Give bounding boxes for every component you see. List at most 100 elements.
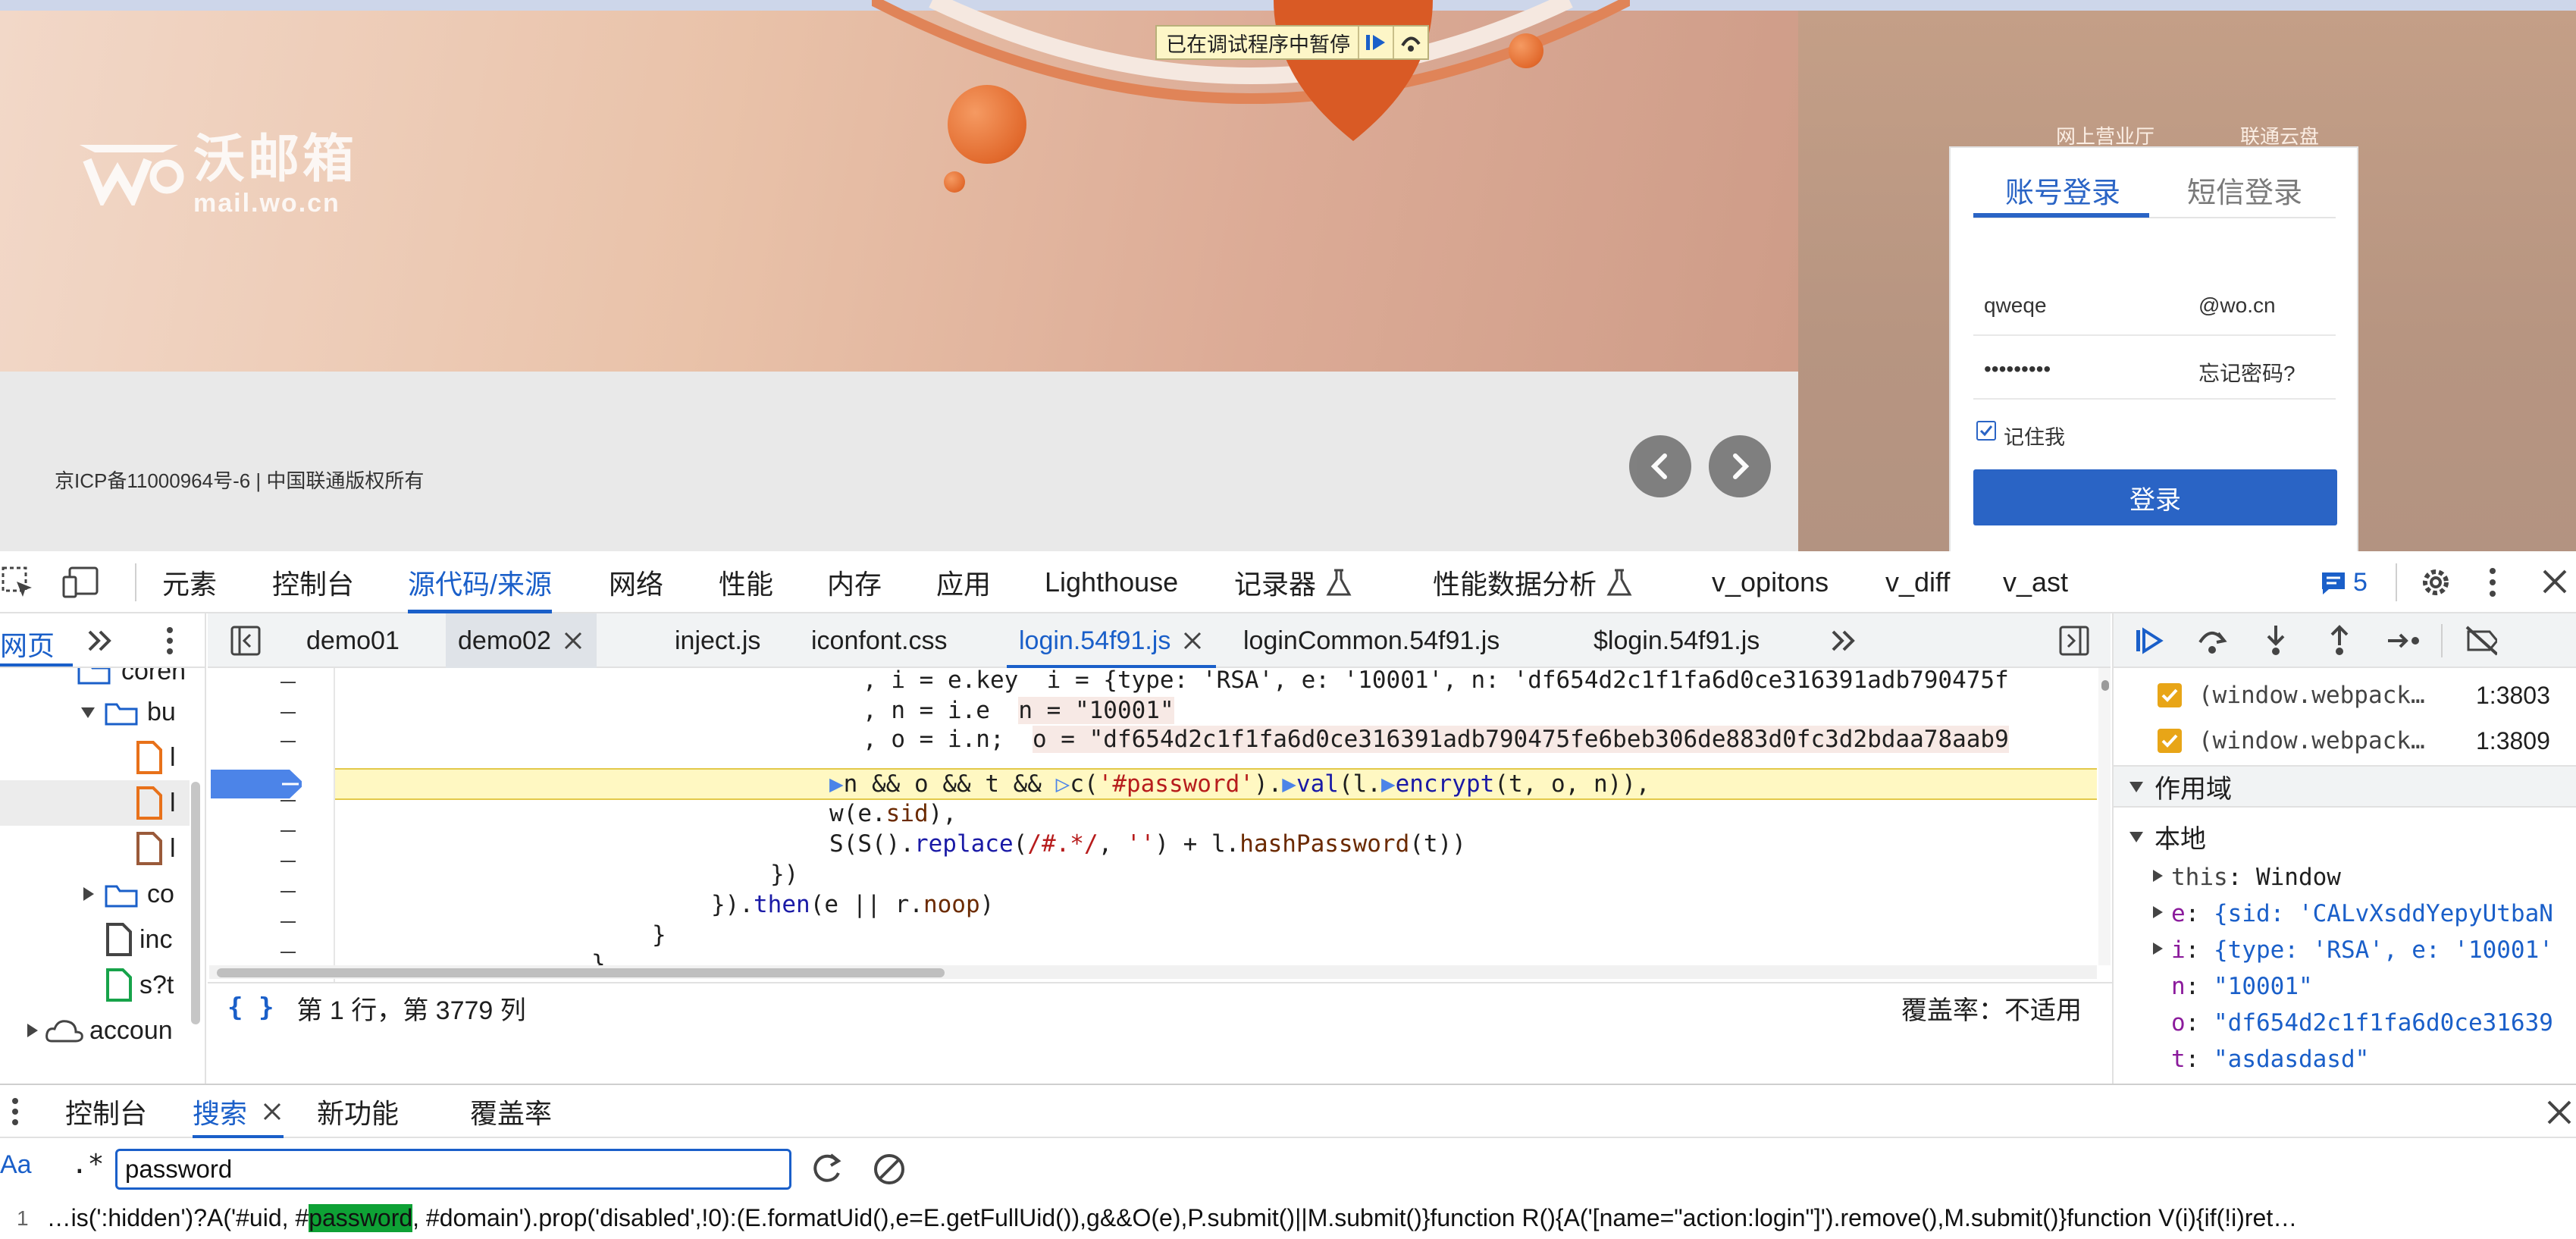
top-link[interactable]: 联通云盘 <box>2240 121 2319 149</box>
file-tab[interactable]: iconfont.css <box>799 613 960 668</box>
more-tabs-button[interactable] <box>85 627 115 654</box>
drawer-menu-icon[interactable] <box>8 1096 23 1128</box>
tab-lighthouse[interactable]: Lighthouse <box>1045 551 1178 613</box>
search-input[interactable]: password <box>115 1149 791 1190</box>
match-case-toggle[interactable]: Aa <box>0 1150 32 1180</box>
step-over-button[interactable] <box>1393 27 1427 58</box>
scope-variable[interactable]: i: {type: 'RSA', e: '10001' <box>2114 930 2576 967</box>
scope-variable[interactable]: e: {sid: 'CALvXsddYepyUtbaN <box>2114 894 2576 930</box>
navigator-scrollbar[interactable] <box>191 782 200 1024</box>
resume-button[interactable] <box>1358 27 1393 58</box>
tab-v-opitons[interactable]: v_opitons <box>1712 551 1829 613</box>
breakpoint-checkbox[interactable] <box>2158 729 2182 753</box>
clear-icon[interactable] <box>872 1152 907 1187</box>
drawer-tab-search[interactable]: 搜索 <box>193 1085 284 1138</box>
tab-application[interactable]: 应用 <box>936 551 991 613</box>
login-submit-button[interactable]: 登录 <box>1973 469 2337 525</box>
tree-item[interactable]: inc <box>0 917 190 962</box>
scope-section-header[interactable]: 作用域 <box>2114 765 2576 808</box>
result-text-before: …is(':hidden')?A('#uid, # <box>46 1204 309 1231</box>
breakpoint-item[interactable]: (window.webpack… 1:3803 <box>2114 674 2576 717</box>
more-file-tabs-button[interactable] <box>1829 627 1859 654</box>
step-out-icon[interactable] <box>2323 624 2356 657</box>
breakpoint-checkbox[interactable] <box>2158 683 2182 707</box>
file-tab[interactable]: demo01 <box>294 613 412 668</box>
toggle-debugger-button[interactable] <box>2057 624 2091 657</box>
tree-item[interactable]: accoun <box>0 1008 190 1053</box>
tree-item[interactable]: s?t <box>0 962 190 1008</box>
tab-v-ast[interactable]: v_ast <box>2003 551 2068 613</box>
tab-network[interactable]: 网络 <box>609 551 663 613</box>
tree-item[interactable]: l <box>0 826 190 871</box>
username-field[interactable]: qweqe <box>1984 293 2047 318</box>
close-drawer-icon[interactable] <box>2544 1097 2574 1128</box>
scrollbar-thumb[interactable] <box>2101 680 2109 691</box>
tab-console[interactable]: 控制台 <box>272 551 354 613</box>
close-icon[interactable] <box>562 629 584 652</box>
step-over-icon[interactable] <box>2195 624 2229 657</box>
tab-v-diff[interactable]: v_diff <box>1885 551 1950 613</box>
step-icon[interactable] <box>2386 624 2420 657</box>
forgot-password-link[interactable]: 忘记密码? <box>2198 357 2296 387</box>
file-tab[interactable]: inject.js <box>663 613 772 668</box>
close-icon[interactable] <box>1181 629 1204 652</box>
tab-page[interactable]: 网页 <box>0 624 55 663</box>
editor-vertical-scrollbar[interactable] <box>2098 668 2111 965</box>
next-slide-button[interactable] <box>1709 435 1771 497</box>
tab-performance[interactable]: 性能 <box>719 551 773 613</box>
scope-variable[interactable]: o: "df654d2c1f1fa6d0ce31639 <box>2114 1003 2576 1040</box>
inspect-element-button[interactable] <box>0 565 35 600</box>
deactivate-breakpoints-icon[interactable] <box>2464 624 2497 657</box>
file-tab[interactable]: $login.54f91.js <box>1581 613 1772 668</box>
navigator-menu-button[interactable] <box>162 626 177 656</box>
result-text-after: , #domain').prop('disabled',!0):(E.forma… <box>412 1204 2298 1231</box>
toggle-navigator-button[interactable] <box>229 624 262 657</box>
scope-variable[interactable]: t: "asdasdasd" <box>2114 1040 2576 1076</box>
tree-item[interactable]: bu <box>0 689 190 735</box>
drawer-tab-coverage[interactable]: 覆盖率 <box>470 1085 552 1138</box>
tab-memory[interactable]: 内存 <box>827 551 882 613</box>
password-field[interactable]: ••••••••• <box>1984 357 2051 381</box>
scrollbar-thumb[interactable] <box>217 968 945 977</box>
tab-elements[interactable]: 元素 <box>162 551 217 613</box>
resume-icon[interactable] <box>2132 624 2165 657</box>
device-toolbar-button[interactable] <box>61 565 102 600</box>
prev-slide-button[interactable] <box>1629 435 1691 497</box>
code-editor[interactable]: , i = e.key i = {type: 'RSA', e: '10001'… <box>208 668 2112 982</box>
drawer-tab-whats-new[interactable]: 新功能 <box>317 1085 399 1138</box>
tree-item-selected[interactable]: l <box>0 780 190 826</box>
close-icon[interactable] <box>261 1100 284 1123</box>
scope-variable[interactable]: this: Window <box>2114 858 2576 894</box>
drawer-tab-console[interactable]: 控制台 <box>65 1085 147 1138</box>
editor-horizontal-scrollbar[interactable] <box>209 965 2097 979</box>
file-tab-active[interactable]: login.54f91.js <box>1007 613 1217 668</box>
top-link[interactable]: 网上营业厅 <box>2056 121 2155 149</box>
refresh-icon[interactable] <box>810 1152 845 1187</box>
tree-item[interactable]: co <box>0 871 190 917</box>
tree-item-label: l <box>170 742 176 772</box>
scope-value: "asdasdasd" <box>2214 1046 2370 1073</box>
local-scope-header[interactable]: 本地 <box>2114 815 2576 858</box>
tree-item[interactable]: l <box>0 735 190 780</box>
step-into-icon[interactable] <box>2259 624 2292 657</box>
breakpoint-item[interactable]: (window.webpack… 1:3809 <box>2114 720 2576 762</box>
tab-account-login[interactable]: 账号登录 <box>2005 169 2120 211</box>
file-tab[interactable]: loginCommon.54f91.js <box>1231 613 1512 668</box>
file-tab-selected[interactable]: demo02 <box>446 613 597 668</box>
tab-sms-login[interactable]: 短信登录 <box>2187 169 2302 211</box>
settings-button[interactable] <box>2418 565 2453 600</box>
close-devtools-button[interactable] <box>2540 566 2570 597</box>
tab-performance-insights[interactable]: 性能数据分析 <box>1433 551 1634 613</box>
current-execution-marker[interactable] <box>211 770 302 798</box>
scope-variable[interactable]: n: "10001" <box>2114 967 2576 1003</box>
issues-badge[interactable]: 5 <box>2320 568 2368 598</box>
regex-toggle[interactable]: .* <box>71 1149 104 1180</box>
remember-me-checkbox[interactable] <box>1976 421 1996 441</box>
tab-recorder[interactable]: 记录器 <box>1234 551 1354 613</box>
scope-entry: t: "asdasdasd" <box>2171 1046 2370 1073</box>
line-gutter[interactable] <box>208 668 335 982</box>
search-result-line[interactable]: 1 …is(':hidden')?A('#uid, # password, #do… <box>0 1197 2576 1239</box>
tab-sources[interactable]: 源代码/来源 <box>408 551 553 613</box>
pretty-print-button[interactable]: { } <box>227 993 274 1023</box>
more-options-button[interactable] <box>2485 565 2500 600</box>
